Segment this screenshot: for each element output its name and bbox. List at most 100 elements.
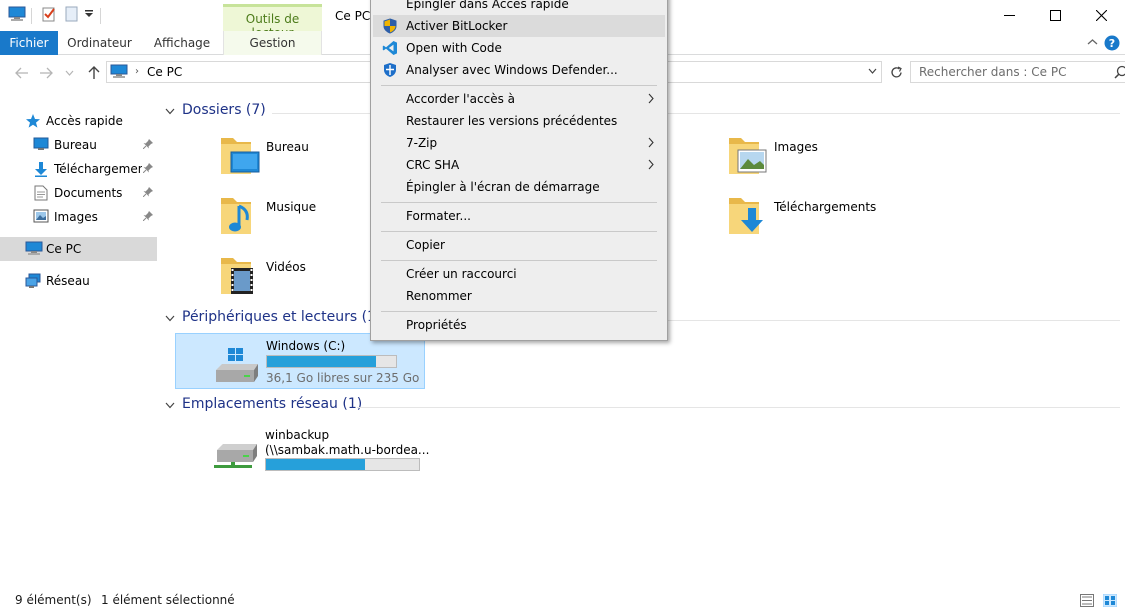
nav-item-quick-access[interactable]: Accès rapide <box>0 109 157 133</box>
network-location-path: (\\sambak.math.u-bordea... <box>265 443 430 457</box>
network-location-tile[interactable]: winbackup (\\sambak.math.u-bordea... <box>175 422 429 478</box>
menu-item-label: Open with Code <box>406 41 502 55</box>
drive-c-tile[interactable]: Windows (C:) 36,1 Go libres sur 235 Go <box>175 333 425 389</box>
minimize-icon <box>1003 15 1015 16</box>
back-button[interactable] <box>13 64 31 82</box>
menu-separator <box>381 260 657 261</box>
menu-item-crc-sha[interactable]: CRC SHA <box>373 154 665 176</box>
chevron-down-icon[interactable] <box>165 402 175 409</box>
forward-button[interactable] <box>37 64 55 82</box>
menu-item-properties[interactable]: Propriétés <box>373 314 665 336</box>
address-dropdown-icon[interactable] <box>868 68 877 74</box>
folder-pictures[interactable]: Images <box>727 132 977 188</box>
videos-folder-icon <box>219 252 261 296</box>
item-count: 9 élément(s) <box>15 593 92 607</box>
download-arrow-icon <box>33 161 49 177</box>
breadcrumb-location[interactable]: Ce PC <box>147 65 182 79</box>
document-icon <box>34 185 48 201</box>
nav-item-this-pc[interactable]: Ce PC <box>0 237 157 261</box>
customize-quick-access-icon[interactable] <box>84 10 96 20</box>
selection-count: 1 élément sélectionné <box>101 593 235 607</box>
help-icon[interactable]: ? <box>1104 35 1120 51</box>
maximize-icon <box>1049 10 1061 21</box>
minimize-button[interactable] <box>986 0 1032 31</box>
menu-separator <box>381 202 657 203</box>
menu-separator <box>381 311 657 312</box>
folder-name: Vidéos <box>266 260 306 274</box>
svg-text:?: ? <box>1109 37 1115 50</box>
menu-item-rename[interactable]: Renommer <box>373 285 665 307</box>
shield-icon <box>382 18 398 34</box>
details-view-button[interactable] <box>1080 594 1094 607</box>
drive-usage-fill <box>267 356 377 367</box>
menu-item-restore-versions[interactable]: Restaurer les versions précédentes <box>373 110 665 132</box>
new-folder-icon[interactable] <box>64 6 82 24</box>
nav-item-network[interactable]: Réseau <box>0 269 157 293</box>
network-icon <box>25 273 41 289</box>
menu-item-7zip[interactable]: 7-Zip <box>373 132 665 154</box>
menu-item-create-shortcut[interactable]: Créer un raccourci <box>373 263 665 285</box>
expand-ribbon-icon[interactable] <box>1087 37 1098 47</box>
vertical-scrollbar[interactable] <box>1117 96 1125 589</box>
menu-item-label: Activer BitLocker <box>406 19 508 33</box>
menu-item-pin-quick-access[interactable]: Épingler dans Accès rapide <box>373 0 665 15</box>
music-folder-icon <box>219 192 261 236</box>
menu-item-label: Épingler dans Accès rapide <box>406 0 569 11</box>
menu-item-label: Restaurer les versions précédentes <box>406 114 618 128</box>
menu-item-format[interactable]: Formater... <box>373 205 665 227</box>
search-icon[interactable] <box>1114 65 1125 79</box>
folder-downloads[interactable]: Téléchargements <box>727 192 977 248</box>
search-box[interactable] <box>910 61 1125 83</box>
group-header-title: Emplacements réseau (1) <box>182 396 363 412</box>
chevron-right-icon <box>648 93 654 104</box>
nav-item-downloads[interactable]: Téléchargements <box>0 157 157 181</box>
menu-item-label: 7-Zip <box>406 136 438 150</box>
windows-drive-icon <box>214 348 260 386</box>
nav-item-desktop[interactable]: Bureau <box>0 133 157 157</box>
refresh-icon <box>890 65 902 77</box>
tab-manage[interactable]: Gestion <box>223 31 322 55</box>
chevron-down-icon[interactable] <box>165 108 175 115</box>
nav-item-label: Documents <box>54 186 123 200</box>
network-usage-fill <box>266 459 366 470</box>
tab-computer[interactable]: Ordinateur <box>58 31 141 55</box>
desktop-icon <box>33 137 49 151</box>
menu-item-open-with-code[interactable]: Open with Code <box>373 37 665 59</box>
pin-icon[interactable] <box>143 211 153 221</box>
pin-icon[interactable] <box>143 163 153 173</box>
chevron-down-icon <box>65 70 73 76</box>
defender-icon <box>382 62 398 78</box>
chevron-down-icon[interactable] <box>165 315 175 322</box>
network-drive-icon <box>213 440 259 474</box>
maximize-button[interactable] <box>1032 0 1078 31</box>
star-icon <box>25 113 41 129</box>
tab-view[interactable]: Affichage <box>141 31 223 55</box>
up-button[interactable] <box>85 64 103 82</box>
menu-item-label: Formater... <box>406 209 471 223</box>
downloads-folder-icon <box>727 192 769 236</box>
close-button[interactable] <box>1078 0 1124 31</box>
menu-item-give-access[interactable]: Accorder l'accès à <box>373 88 665 110</box>
status-bar: 9 élément(s) 1 élément sélectionné <box>0 589 1125 612</box>
menu-item-defender-scan[interactable]: Analyser avec Windows Defender... <box>373 59 665 81</box>
nav-item-documents[interactable]: Documents <box>0 181 157 205</box>
large-icons-view-button[interactable] <box>1103 594 1117 607</box>
nav-item-label: Accès rapide <box>46 114 123 128</box>
tab-file[interactable]: Fichier <box>0 31 58 55</box>
refresh-button[interactable] <box>885 61 907 83</box>
pin-icon[interactable] <box>143 139 153 149</box>
menu-item-pin-start[interactable]: Épingler à l'écran de démarrage <box>373 176 665 198</box>
properties-icon[interactable] <box>41 6 59 24</box>
folder-name: Images <box>774 140 818 154</box>
group-header-network-locations[interactable]: Emplacements réseau (1) <box>165 396 1120 418</box>
nav-item-label: Bureau <box>54 138 97 152</box>
search-input[interactable] <box>911 62 1111 82</box>
drive-free-space: 36,1 Go libres sur 235 Go <box>266 371 420 385</box>
menu-item-copy[interactable]: Copier <box>373 234 665 256</box>
pin-icon[interactable] <box>143 187 153 197</box>
recent-locations-button[interactable] <box>63 64 75 82</box>
menu-item-bitlocker[interactable]: Activer BitLocker <box>373 15 665 37</box>
nav-item-pictures[interactable]: Images <box>0 205 157 229</box>
breadcrumb-separator[interactable]: › <box>135 66 139 77</box>
menu-item-label: Accorder l'accès à <box>406 92 515 106</box>
